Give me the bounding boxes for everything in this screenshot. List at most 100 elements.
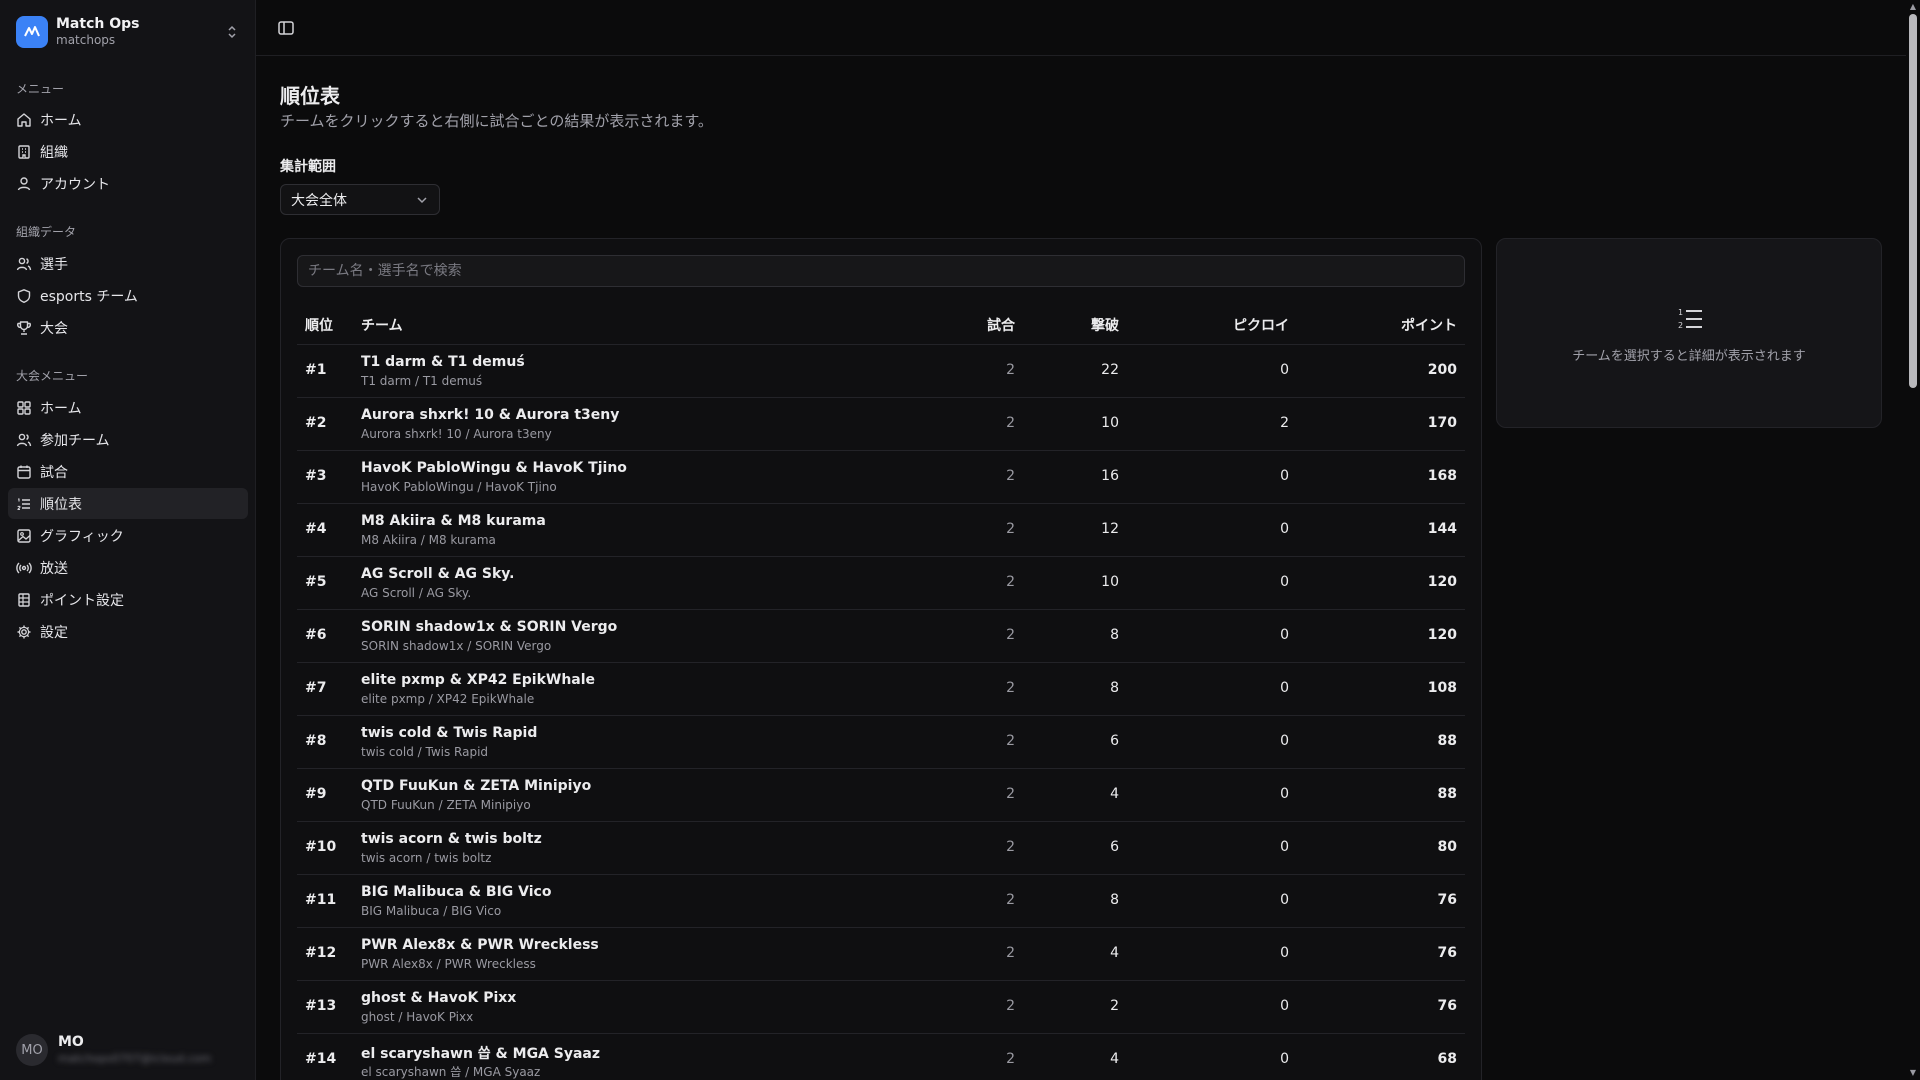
sidebar-toggle-icon[interactable] [276, 18, 296, 38]
row-chicken: 0 [1280, 521, 1289, 537]
row-chicken: 0 [1280, 468, 1289, 484]
scroll-thumb[interactable] [1909, 14, 1917, 388]
search-input[interactable] [297, 255, 1465, 287]
row-team-name: M8 Akiira & M8 kurama [361, 513, 546, 529]
sidebar-item-label: 設定 [40, 624, 68, 641]
sidebar-item-label: アカウント [40, 176, 110, 193]
list-ordered-icon [17, 497, 30, 510]
row-team-members: QTD FuuKun / ZETA Minipiyo [361, 798, 531, 812]
row-team-name: T1 darm & T1 demuś [361, 354, 525, 370]
user-icon [17, 176, 31, 190]
header-team[interactable]: チーム [361, 315, 403, 335]
row-matches: 2 [1006, 574, 1015, 590]
header-chicken[interactable]: ピクロイ [1233, 315, 1289, 335]
table-row[interactable]: #14 el scaryshawn 씁 & MGA Syaaz el scary… [297, 1034, 1465, 1080]
row-team-name: BIG Malibuca & BIG Vico [361, 884, 552, 900]
user-name: MO [58, 1034, 84, 1051]
page-scrollbar[interactable]: ▲ ▼ [1906, 0, 1920, 1080]
row-points: 80 [1437, 839, 1457, 855]
row-chicken: 0 [1280, 945, 1289, 961]
sidebar-item[interactable]: 参加チーム [8, 424, 248, 455]
sidebar-item[interactable]: グラフィック [8, 520, 248, 551]
users-icon [16, 433, 32, 446]
row-matches: 2 [1006, 786, 1015, 802]
table-row[interactable]: #8 twis cold & Twis Rapid twis cold / Tw… [297, 716, 1465, 769]
table-row[interactable]: #13 ghost & HavoK Pixx ghost / HavoK Pix… [297, 981, 1465, 1034]
row-team-members: Aurora shxrk! 10 / Aurora t3eny [361, 427, 552, 441]
table-row[interactable]: #12 PWR Alex8x & PWR Wreckless PWR Alex8… [297, 928, 1465, 981]
row-team-members: SORIN shadow1x / SORIN Vergo [361, 639, 552, 653]
row-points: 200 [1427, 362, 1457, 378]
sidebar-item[interactable]: 順位表 [8, 488, 248, 519]
header-points[interactable]: ポイント [1401, 315, 1457, 335]
table-row[interactable]: #7 elite pxmp & XP42 EpikWhale elite pxm… [297, 663, 1465, 716]
sidebar-item[interactable]: ホーム [8, 104, 248, 135]
row-rank: #6 [305, 627, 327, 643]
table-row[interactable]: #1 T1 darm & T1 demuś T1 darm / T1 demuś… [297, 345, 1465, 398]
row-team-name: twis cold & Twis Rapid [361, 725, 538, 741]
row-chicken: 2 [1280, 415, 1289, 431]
home-icon [17, 112, 31, 127]
sidebar-item[interactable]: アカウント [8, 168, 248, 199]
row-team-members: elite pxmp / XP42 EpikWhale [361, 692, 535, 706]
row-chicken: 0 [1280, 892, 1289, 908]
sidebar-item[interactable]: 組織 [8, 136, 248, 167]
table-row[interactable]: #4 M8 Akiira & M8 kurama M8 Akiira / M8 … [297, 504, 1465, 557]
building-icon [18, 144, 30, 159]
table-row[interactable]: #5 AG Scroll & AG Sky. AG Scroll / AG Sk… [297, 557, 1465, 610]
header-kills[interactable]: 撃破 [1091, 315, 1119, 335]
row-points: 76 [1437, 892, 1457, 908]
row-matches: 2 [1006, 945, 1015, 961]
row-kills: 8 [1110, 892, 1119, 908]
row-rank: #13 [305, 998, 337, 1014]
org-slug: matchops [56, 33, 116, 48]
table-row[interactable]: #3 HavoK PabloWingu & HavoK Tjino HavoK … [297, 451, 1465, 504]
row-team-name: elite pxmp & XP42 EpikWhale [361, 672, 596, 688]
range-select-value: 大会全体 [291, 192, 347, 209]
sidebar-item[interactable]: 大会 [8, 312, 248, 343]
avatar: MO [16, 1034, 48, 1066]
table-row[interactable]: #9 QTD FuuKun & ZETA Minipiyo QTD FuuKun… [297, 769, 1465, 822]
row-kills: 8 [1110, 627, 1119, 643]
row-kills: 16 [1101, 468, 1119, 484]
header-rank[interactable]: 順位 [305, 315, 333, 335]
row-team-members: BIG Malibuca / BIG Vico [361, 904, 502, 918]
scroll-up-icon[interactable]: ▲ [1909, 3, 1917, 11]
row-rank: #5 [305, 574, 327, 590]
org-switcher[interactable]: Match Ops matchops [8, 8, 248, 56]
sidebar-item[interactable]: 設定 [8, 616, 248, 647]
table-row[interactable]: #6 SORIN shadow1x & SORIN Vergo SORIN sh… [297, 610, 1465, 663]
row-chicken: 0 [1280, 627, 1289, 643]
row-points: 88 [1437, 786, 1457, 802]
sidebar-item[interactable]: 放送 [8, 552, 248, 583]
row-matches: 2 [1006, 468, 1015, 484]
table-row[interactable]: #11 BIG Malibuca & BIG Vico BIG Malibuca… [297, 875, 1465, 928]
row-points: 88 [1437, 733, 1457, 749]
broadcast-icon [16, 562, 32, 573]
row-rank: #9 [305, 786, 327, 802]
row-points: 68 [1437, 1051, 1457, 1067]
user-email: matchops0707@icloud.com [58, 1051, 212, 1065]
range-label: 集計範囲 [280, 159, 336, 175]
range-select[interactable]: 大会全体 [280, 184, 440, 215]
table-row[interactable]: #10 twis acorn & twis boltz twis acorn /… [297, 822, 1465, 875]
row-chicken: 0 [1280, 786, 1289, 802]
sidebar: Match Ops matchops メニュー ホーム 組織 アカウント 組織データ 選手… [0, 0, 256, 1080]
row-points: 168 [1427, 468, 1457, 484]
row-rank: #1 [305, 362, 327, 378]
row-team-members: M8 Akiira / M8 kurama [361, 533, 496, 547]
user-menu[interactable]: MO MO matchops0707@icloud.com [8, 1028, 248, 1072]
sidebar-item[interactable]: 選手 [8, 248, 248, 279]
row-matches: 2 [1006, 1051, 1015, 1067]
sidebar-item[interactable]: ホーム [8, 392, 248, 423]
scroll-down-icon[interactable]: ▼ [1909, 1069, 1917, 1077]
sidebar-item[interactable]: esports チーム [8, 280, 248, 311]
sidebar-item-label: ホーム [40, 112, 82, 129]
sidebar-item[interactable]: ポイント設定 [8, 584, 248, 615]
table-row[interactable]: #2 Aurora shxrk! 10 & Aurora t3eny Auror… [297, 398, 1465, 451]
nav-group-label: 組織データ [16, 225, 77, 239]
row-team-members: ghost / HavoK Pixx [361, 1010, 474, 1024]
header-matches[interactable]: 試合 [987, 315, 1015, 335]
sidebar-item[interactable]: 試合 [8, 456, 248, 487]
row-kills: 10 [1101, 415, 1119, 431]
